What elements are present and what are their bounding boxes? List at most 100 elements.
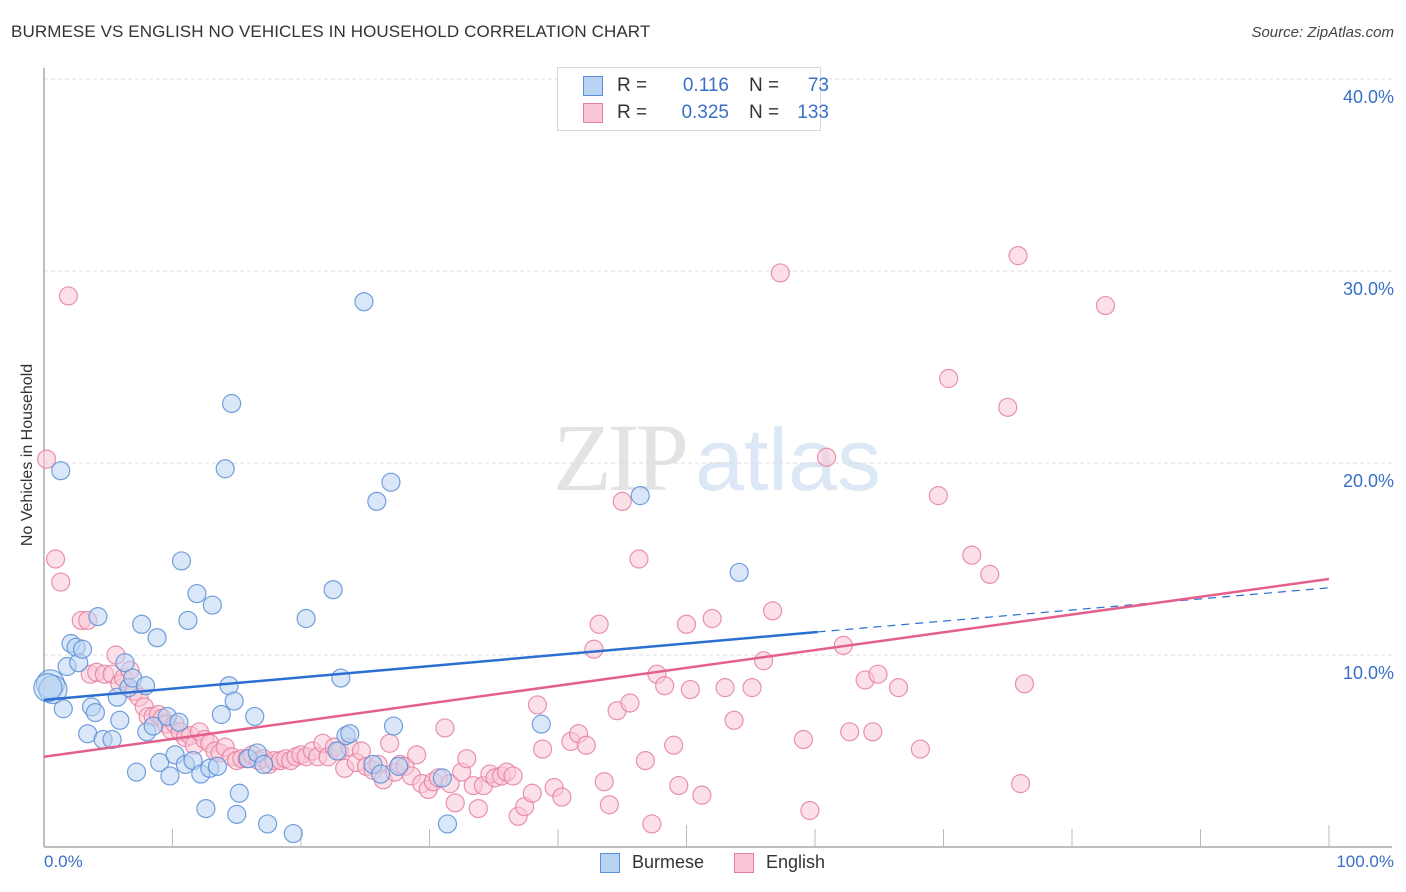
- burmese-point: [147, 628, 167, 648]
- r-label: R =: [617, 75, 648, 96]
- english-point: [629, 549, 649, 569]
- english-point: [998, 397, 1018, 417]
- english-trend-line: [43, 577, 1330, 758]
- series-legend: Burmese English: [600, 852, 855, 873]
- english-point: [868, 664, 888, 684]
- burmese-point: [432, 768, 452, 788]
- stats-row-english: R = 0.325 N = 133: [583, 101, 829, 125]
- burmese-point: [630, 486, 650, 506]
- english-point: [753, 651, 774, 671]
- english-point: [584, 639, 604, 659]
- legend-item-english[interactable]: English: [734, 852, 825, 873]
- burmese-point: [381, 472, 401, 492]
- burmese-point: [389, 756, 409, 776]
- burmese-point: [323, 580, 343, 600]
- english-point: [589, 614, 609, 634]
- english-points: [36, 246, 1116, 834]
- burmese-point: [160, 766, 180, 786]
- english-point: [939, 368, 959, 389]
- legend-label-english: English: [766, 852, 826, 872]
- burmese-point: [354, 292, 374, 312]
- english-point: [635, 750, 655, 771]
- english-point: [594, 772, 614, 792]
- burmese-point: [51, 461, 71, 481]
- burmese-point: [110, 710, 130, 730]
- burmese-point: [202, 595, 222, 615]
- r-value: 0.325: [681, 102, 729, 123]
- english-point: [522, 783, 542, 803]
- english-point: [669, 775, 689, 796]
- burmese-point: [729, 562, 749, 583]
- english-point: [468, 798, 488, 819]
- burmese-point: [211, 704, 231, 725]
- english-point: [612, 491, 632, 511]
- burmese-point: [126, 762, 147, 782]
- english-point: [702, 608, 722, 629]
- y-tick-label: 40.0%: [1342, 87, 1394, 107]
- english-point: [620, 693, 640, 713]
- burmese-point: [331, 668, 351, 688]
- burmese-point: [367, 491, 387, 511]
- y-tick-label: 30.0%: [1342, 279, 1394, 299]
- english-point: [676, 614, 697, 634]
- burmese-point: [340, 724, 360, 744]
- english-point: [962, 545, 982, 565]
- burmese-point: [437, 814, 458, 834]
- english-point: [692, 785, 712, 805]
- english-point: [793, 729, 814, 750]
- burmese-point: [169, 712, 189, 732]
- english-point: [664, 735, 684, 755]
- burmese-point: [224, 691, 244, 711]
- stats-legend: R = 0.116 N = 73 R = 0.325 N = 133: [557, 67, 829, 131]
- english-point: [762, 601, 783, 621]
- x-tick-max: 100.0%: [1336, 852, 1394, 871]
- r-label: R =: [617, 102, 648, 123]
- english-point: [800, 800, 820, 821]
- english-point: [715, 678, 735, 698]
- english-point: [532, 739, 553, 759]
- burmese-point: [53, 699, 73, 719]
- burmese-point: [222, 393, 242, 414]
- burmese-point: [88, 606, 108, 627]
- x-tick-min: 0.0%: [44, 852, 83, 871]
- english-swatch: [734, 852, 755, 873]
- burmese-point: [178, 610, 198, 631]
- english-point: [1014, 674, 1035, 694]
- english-point: [58, 286, 79, 306]
- gridlines: [44, 78, 1392, 656]
- burmese-point: [196, 798, 216, 819]
- english-point: [888, 678, 909, 698]
- legend-item-burmese[interactable]: Burmese: [600, 852, 704, 873]
- n-label: N =: [749, 75, 780, 96]
- burmese-point: [207, 756, 228, 776]
- burmese-swatch: [583, 76, 603, 96]
- english-point: [435, 718, 455, 738]
- burmese-point: [254, 754, 274, 775]
- burmese-point: [85, 702, 106, 723]
- burmese-point: [531, 714, 551, 734]
- english-point: [51, 572, 71, 592]
- axes: [43, 68, 1392, 848]
- english-point: [742, 678, 762, 698]
- english-point: [552, 787, 572, 807]
- english-point: [816, 447, 837, 467]
- english-point: [863, 722, 883, 742]
- legend-label-burmese: Burmese: [632, 852, 705, 872]
- english-point: [655, 676, 675, 696]
- burmese-point: [257, 814, 278, 834]
- english-point: [928, 486, 948, 506]
- r-value: 0.116: [682, 75, 729, 96]
- burmese-point: [383, 716, 404, 736]
- burmese-swatch: [600, 852, 620, 873]
- english-point: [445, 793, 465, 813]
- english-point: [1010, 774, 1031, 794]
- y-tick-label: 20.0%: [1342, 471, 1394, 491]
- english-swatch: [583, 103, 603, 123]
- english-point: [503, 766, 523, 786]
- english-point: [770, 263, 790, 283]
- english-point: [407, 745, 427, 765]
- burmese-point: [132, 614, 152, 634]
- burmese-point: [245, 706, 265, 727]
- trend-lines: [43, 577, 1330, 758]
- scatter-plot: [33, 68, 1392, 848]
